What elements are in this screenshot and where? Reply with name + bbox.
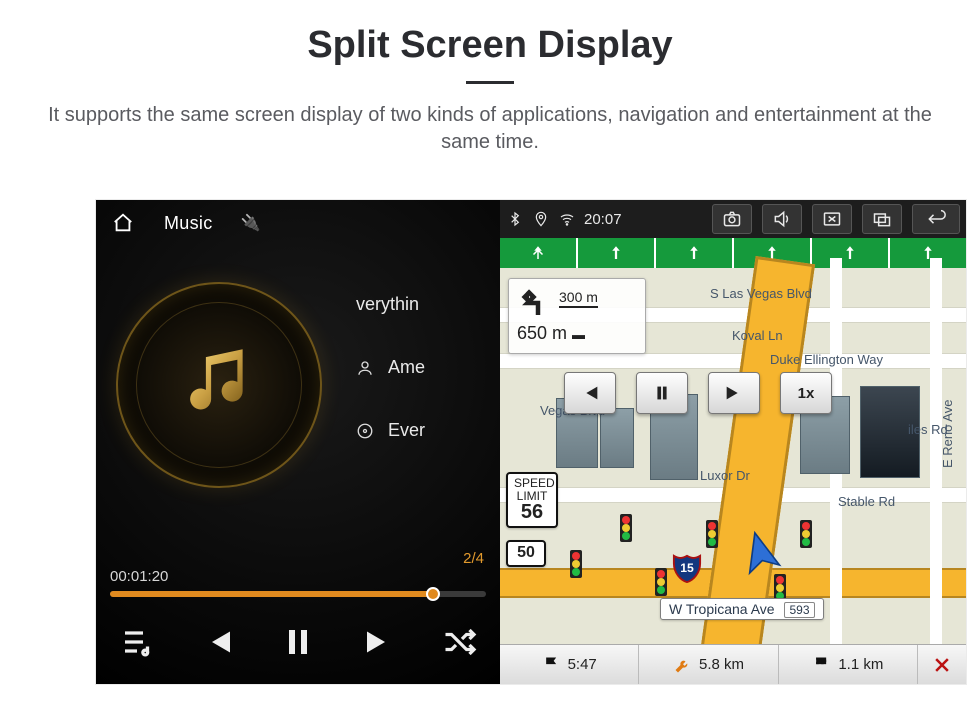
route-tag: 593	[784, 602, 814, 618]
status-bar: 20:07	[500, 200, 966, 238]
music-note-icon	[177, 341, 261, 425]
overlay-pause-button[interactable]	[636, 372, 688, 414]
cancel-route-button[interactable]	[918, 645, 966, 684]
volume-button[interactable]	[762, 204, 802, 234]
lane-arrow	[578, 238, 656, 268]
music-source-label: Music	[164, 213, 213, 234]
clock: 20:07	[584, 211, 622, 228]
traffic-light-icon	[706, 520, 718, 548]
navigation-panel: 20:07	[500, 200, 966, 684]
overlay-speed-button[interactable]: 1x	[780, 372, 832, 414]
traffic-light-icon	[620, 514, 632, 542]
music-panel: Music 🔌 verythin	[96, 200, 500, 684]
wifi-icon	[558, 210, 576, 228]
street-label: Stable Rd	[838, 494, 895, 509]
checkered-flag-icon	[812, 655, 832, 675]
lane-arrow	[656, 238, 734, 268]
road	[500, 354, 966, 368]
track-info: verythin Ame Ever	[356, 294, 490, 441]
nav-bottom-bar: 5:47 5.8 km 1.1 km	[500, 644, 966, 684]
remaining-dist-item[interactable]: 5.8 km	[639, 645, 778, 684]
recent-apps-button[interactable]	[862, 204, 902, 234]
lane-arrow	[500, 238, 578, 268]
split-screen-device: Music 🔌 verythin	[96, 200, 966, 684]
eta-value: 5:47	[568, 656, 597, 673]
music-controls	[110, 619, 486, 665]
home-icon[interactable]	[110, 212, 136, 234]
title-underline	[466, 81, 514, 84]
screenshot-button[interactable]	[712, 204, 752, 234]
highway-sign: 50	[506, 540, 546, 567]
remaining-dist-value: 5.8 km	[699, 656, 744, 673]
bluetooth-icon	[506, 210, 524, 228]
street-label: Koval Ln	[732, 328, 783, 343]
wrench-icon	[673, 655, 693, 675]
flag-icon	[542, 655, 562, 675]
pause-button[interactable]	[275, 619, 321, 665]
turn-left-icon	[517, 285, 553, 321]
speed-limit-value: 56	[514, 502, 550, 523]
speed-limit-label: SPEED LIMIT	[514, 477, 550, 502]
eta-item[interactable]: 5:47	[500, 645, 639, 684]
interstate-shield-icon: 15	[672, 552, 702, 584]
disc-icon	[356, 422, 374, 440]
shuffle-button[interactable]	[436, 619, 482, 665]
page-subtitle: It supports the same screen display of t…	[40, 102, 940, 156]
music-body: verythin Ame Ever	[96, 246, 500, 556]
traffic-light-icon	[570, 550, 582, 578]
progress-knob[interactable]	[426, 587, 440, 601]
segment-dist-item[interactable]: 1.1 km	[779, 645, 918, 684]
track-title: verythin	[356, 294, 419, 315]
playlist-button[interactable]	[114, 619, 160, 665]
album-row: Ever	[356, 420, 490, 441]
lane-arrow	[812, 238, 890, 268]
page-title: Split Screen Display	[0, 0, 980, 67]
next-track-button[interactable]	[356, 619, 402, 665]
music-topbar: Music 🔌	[96, 200, 500, 246]
map-canvas[interactable]: S Las Vegas Blvd Koval Ln Duke Ellington…	[500, 268, 966, 644]
progress-fill	[110, 591, 433, 597]
segment-dist-value: 1.1 km	[838, 656, 883, 673]
music-footer: 2/4 00:01:20	[96, 556, 500, 684]
street-label: Luxor Dr	[700, 468, 750, 483]
map-media-overlay: 1x	[564, 372, 832, 414]
location-icon	[532, 210, 550, 228]
prev-track-button[interactable]	[195, 619, 241, 665]
current-street-name: W Tropicana Ave	[669, 601, 775, 617]
turn-distance-small: 300 m	[559, 289, 598, 308]
current-street-pill: W Tropicana Ave 593	[660, 598, 824, 620]
album-name: Ever	[388, 420, 425, 441]
highway-number: 50	[514, 545, 538, 562]
traffic-light-icon	[800, 520, 812, 548]
svg-text:15: 15	[680, 561, 694, 575]
turn-distance-main: 650 m	[517, 323, 567, 343]
building	[600, 408, 634, 468]
lane-arrow	[890, 238, 966, 268]
progress-bar[interactable]	[110, 591, 486, 597]
close-icon	[932, 655, 952, 675]
artist-row: Ame	[356, 357, 490, 378]
street-label: iles Rd	[908, 422, 948, 437]
person-icon	[356, 359, 374, 377]
lane-guidance	[500, 238, 966, 268]
overlay-next-button[interactable]	[708, 372, 760, 414]
traffic-light-icon	[655, 568, 667, 596]
album-art-disc	[116, 282, 322, 488]
track-title-row: verythin	[356, 294, 490, 315]
track-counter: 2/4	[463, 550, 484, 567]
elapsed-time: 00:01:20	[110, 568, 486, 585]
street-label: Duke Ellington Way	[770, 352, 883, 367]
close-window-button[interactable]	[812, 204, 852, 234]
overlay-prev-button[interactable]	[564, 372, 616, 414]
speed-limit-sign: SPEED LIMIT 56	[506, 472, 558, 528]
artist-name: Ame	[388, 357, 425, 378]
back-button[interactable]	[912, 204, 960, 234]
street-label: S Las Vegas Blvd	[710, 286, 812, 301]
usb-icon[interactable]: 🔌	[241, 213, 261, 233]
turn-instruction: 300 m 650 m ▬	[508, 278, 646, 354]
